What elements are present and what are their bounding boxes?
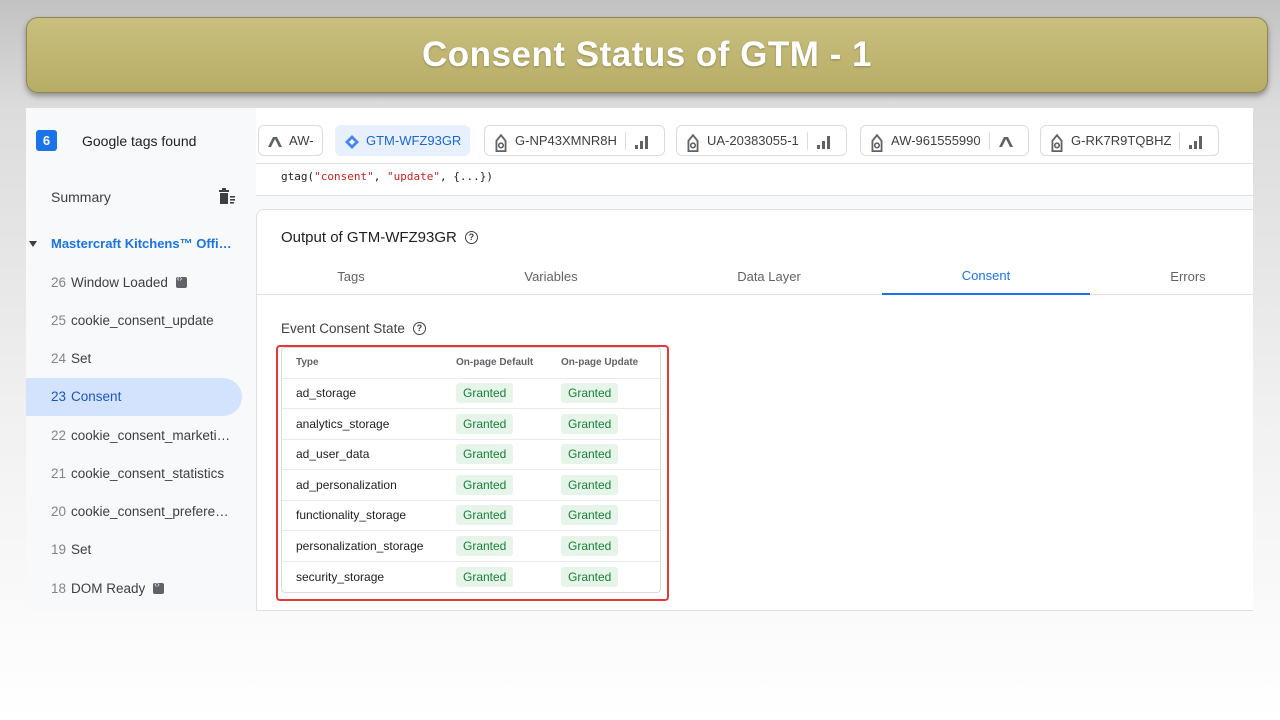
tag-tab[interactable]: G-RK7R9TQBHZ <box>1040 125 1220 156</box>
tag-tab[interactable]: AW- <box>258 125 323 156</box>
event-item[interactable]: 18 DOM Ready <box>26 569 242 607</box>
container-label: Mastercraft Kitchens™ Offi… <box>51 236 232 251</box>
analytics-bars-icon <box>1188 134 1204 149</box>
tag-tab[interactable]: G-NP43XMNR8H <box>484 125 665 156</box>
event-number: 20 <box>51 504 67 519</box>
tag-assistant-screenshot: 6 Google tags found Summary Mastercraft … <box>26 108 1253 611</box>
highlight-box <box>276 345 669 601</box>
event-label: Set <box>71 542 92 558</box>
event-label: Window Loaded <box>71 274 168 290</box>
help-icon[interactable]: ? <box>464 231 478 244</box>
tag-tab[interactable]: AW-961555990 <box>860 125 1029 156</box>
event-number: 22 <box>51 427 67 443</box>
event-number: 26 <box>51 274 67 290</box>
event-number: 24 <box>51 351 67 366</box>
event-label: cookie_consent_prefere… <box>71 504 229 519</box>
analytics-bars-icon <box>634 134 650 149</box>
google-ads-icon <box>998 134 1014 148</box>
chip-divider <box>806 131 808 150</box>
output-title-text: Output of GTM-WFZ93GR <box>281 229 457 246</box>
section-title-text: Event Consent State <box>281 321 405 336</box>
event-label: cookie_consent_marketi… <box>71 427 231 443</box>
google-ads-icon <box>267 134 283 148</box>
event-item[interactable]: 26 Window Loaded <box>26 263 242 301</box>
code-icon <box>175 274 187 288</box>
event-item[interactable]: 25 cookie_consent_update <box>26 301 242 339</box>
tag-tab-label: G-RK7R9TQBHZ <box>1071 133 1172 148</box>
caret-down-icon[interactable] <box>29 240 37 247</box>
clear-list-icon[interactable] <box>218 188 236 206</box>
summary-label: Summary <box>51 189 111 205</box>
output-tab[interactable]: Errors <box>1084 257 1253 295</box>
output-tabs: Tags Variables Data Layer Consent Errors <box>257 257 1253 295</box>
output-tab[interactable]: Data Layer <box>665 257 873 295</box>
event-item[interactable]: 24 Set <box>26 340 242 378</box>
google-tag-icon <box>1049 133 1065 152</box>
tag-tab[interactable]: UA-20383055-1 <box>676 125 847 156</box>
event-item[interactable]: 20 cookie_consent_prefere… <box>26 493 242 531</box>
event-label: cookie_consent_update <box>71 312 214 328</box>
output-tab[interactable]: Tags <box>247 257 455 295</box>
tag-tab-label: AW-961555990 <box>891 133 981 148</box>
event-item[interactable]: 21 cookie_consent_statistics <box>26 454 242 492</box>
event-number: 19 <box>51 542 67 558</box>
output-title: Output of GTM-WFZ93GR ? <box>281 229 478 246</box>
tag-tab-label: AW- <box>289 133 314 148</box>
tags-found-header: 6 Google tags found <box>36 130 196 151</box>
sidebar: 6 Google tags found Summary Mastercraft … <box>26 108 256 611</box>
code-icon <box>153 580 165 594</box>
tags-found-label: Google tags found <box>82 132 197 149</box>
title-banner: Consent Status of GTM - 1 <box>26 17 1268 93</box>
google-tag-icon <box>869 133 885 152</box>
output-tab[interactable]: Variables <box>447 257 655 295</box>
chip-divider <box>624 131 626 150</box>
google-tag-icon <box>685 133 701 152</box>
container-item[interactable]: Mastercraft Kitchens™ Offi… <box>26 236 232 251</box>
event-item[interactable]: 23 Consent <box>26 377 242 416</box>
tag-tab[interactable]: GTM-WFZ93GR <box>335 125 471 156</box>
tag-tab-label: G-NP43XMNR8H <box>515 133 617 148</box>
slide-title: Consent Status of GTM - 1 <box>422 35 872 74</box>
event-number: 21 <box>51 465 67 481</box>
event-label: Consent <box>71 389 122 405</box>
code-snippet: gtag("consent", "update", {...}) <box>256 164 1253 196</box>
output-tab[interactable]: Consent <box>882 257 1090 295</box>
tags-count-badge: 6 <box>36 130 57 151</box>
event-label: Set <box>71 351 92 366</box>
event-number: 25 <box>51 312 67 328</box>
analytics-bars-icon <box>816 134 832 149</box>
google-tag-icon <box>493 133 509 152</box>
chip-divider <box>1179 131 1181 150</box>
tag-tabs-bar: AW- GTM-WFZ93GR G-NP43XMNR8H UA-20383055-1 A… <box>256 108 1253 164</box>
section-title: Event Consent State ? <box>281 321 426 336</box>
chip-divider <box>988 131 990 150</box>
summary-item[interactable]: Summary <box>51 188 236 206</box>
tag-tab-label: UA-20383055-1 <box>707 133 799 148</box>
event-label: cookie_consent_statistics <box>71 465 225 481</box>
help-icon[interactable]: ? <box>412 322 426 335</box>
event-label: DOM Ready <box>71 580 146 596</box>
tag-tab-label: GTM-WFZ93GR <box>366 133 462 148</box>
event-number: 23 <box>51 389 67 405</box>
event-item[interactable]: 22 cookie_consent_marketi… <box>26 416 242 454</box>
event-number: 18 <box>51 580 67 596</box>
gtm-diamond-icon <box>344 134 360 149</box>
event-item[interactable]: 19 Set <box>26 531 242 569</box>
